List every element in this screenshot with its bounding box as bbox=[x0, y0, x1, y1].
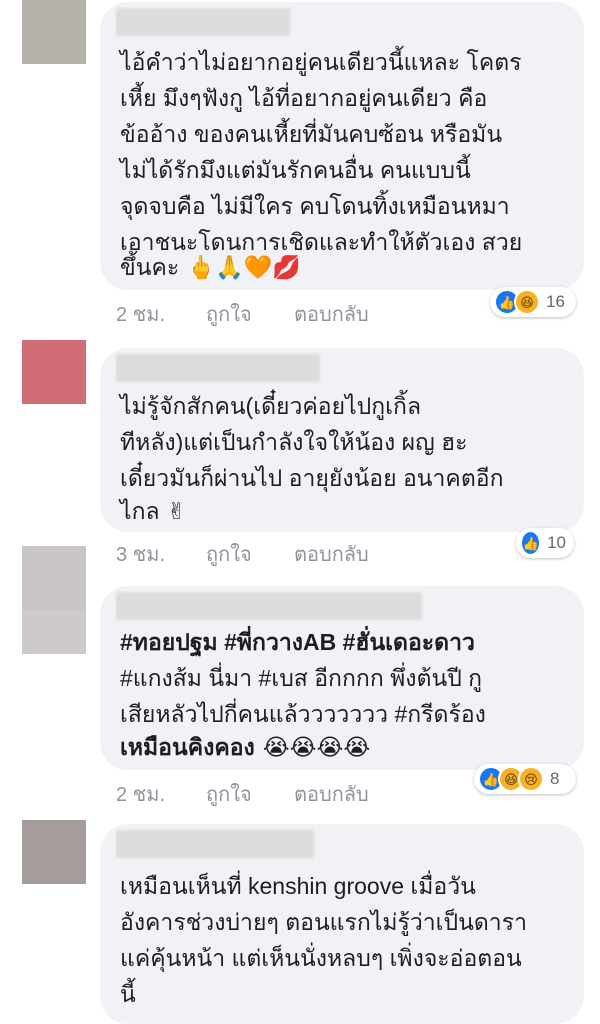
comment-text-line: ทีหลัง)แต่เป็นกำลังใจให้น้อง ผญ ฮะ bbox=[120, 429, 468, 455]
comment: เหมือนเห็นที่ kenshin groove เมื่อวัน อั… bbox=[0, 820, 600, 1024]
comment-bubble: ไม่รู้จักสักคน(เดี๋ยวค่อยไปกูเกิ้ล ทีหลั… bbox=[100, 348, 584, 532]
comment-text-line: #ทอยปฐม #พี่กวางAB #ฮั่นเดอะดาว bbox=[120, 629, 475, 655]
comment-text-line: นี้ bbox=[120, 981, 136, 1007]
commenter-name[interactable] bbox=[116, 8, 290, 36]
comment-text-line: เหี้ย มึงๆฟังกู ไอ้ที่อยากอยู่คนเดียว คื… bbox=[120, 85, 488, 111]
commenter-name[interactable] bbox=[116, 592, 422, 620]
comment-text-line: เหมือนเห็นที่ kenshin groove เมื่อวัน bbox=[120, 873, 476, 899]
commenter-name[interactable] bbox=[116, 830, 314, 858]
comment-text-line: ไกล ✌ bbox=[120, 499, 187, 525]
comment-bubble: #ทอยปฐม #พี่กวางAB #ฮั่นเดอะดาว #แกงส้ม … bbox=[100, 586, 584, 770]
comment-text-line: อังคารช่วงบ่ายๆ ตอนแรกไม่รู้ว่าเป็นดารา bbox=[120, 909, 527, 935]
sad-icon: 😢 bbox=[518, 766, 544, 792]
comment-text-line: เดี๋ยวมันก็ผ่านไป อายุยังน้อย อนาคตอีก bbox=[120, 465, 504, 491]
avatar[interactable] bbox=[22, 340, 86, 404]
reply-link[interactable]: ตอบกลับ bbox=[294, 298, 369, 330]
comment-timestamp[interactable]: 2 ชม. bbox=[116, 298, 165, 330]
comment-text-line: ไม่รู้จักสักคน(เดี๋ยวค่อยไปกูเกิ้ล bbox=[120, 393, 422, 419]
comment-text-line: ข้ออ้าง ของคนเหี้ยที่มันคบซ้อน หรือมัน bbox=[120, 121, 503, 147]
comment: ไม่รู้จักสักคน(เดี๋ยวค่อยไปกูเกิ้ล ทีหลั… bbox=[0, 340, 600, 570]
comment-text-line: ไอ้คำว่าไม่อยากอยู่คนเดียวนี้แหละ โคตร bbox=[120, 49, 522, 75]
avatar[interactable] bbox=[22, 0, 86, 64]
comment-text-line: #แกงส้ม นี่มา #เบส อีกกกก พึ่งต้นปี กู bbox=[120, 665, 483, 691]
commenter-name[interactable] bbox=[116, 354, 320, 382]
haha-icon: 😆 bbox=[514, 289, 540, 315]
comment-text-line: จุดจบคือ ไม่มีใคร คบโดนทิ้งเหมือนหมา bbox=[120, 193, 510, 219]
comment-bubble: เหมือนเห็นที่ kenshin groove เมื่อวัน อั… bbox=[100, 824, 584, 1024]
comment-text-line: ขึ้นคะ 🖕🙏🧡💋 bbox=[120, 255, 302, 281]
reaction-summary[interactable]: 👍 😆 16 bbox=[490, 287, 576, 317]
like-link[interactable]: ถูกใจ bbox=[206, 298, 252, 330]
reaction-count: 16 bbox=[546, 292, 565, 311]
avatar[interactable] bbox=[22, 546, 86, 610]
reaction-count: 8 bbox=[550, 769, 560, 788]
comment: #ทอยปฐม #พี่กวางAB #ฮั่นเดอะดาว #แกงส้ม … bbox=[0, 546, 600, 806]
comment-bubble: ไอ้คำว่าไม่อยากอยู่คนเดียวนี้แหละ โคตร เ… bbox=[100, 2, 584, 290]
comment-text-line: แค่คุ้นหน้า แต่เห็นนั่งหลบๆ เพิ่งจะอ่อตอ… bbox=[120, 945, 522, 971]
comment-timestamp[interactable]: 2 ชม. bbox=[116, 778, 165, 810]
comment-text-line: เหมือนคิงคอง 😭😭😭😭 bbox=[120, 735, 371, 761]
avatar[interactable] bbox=[22, 820, 86, 884]
reaction-summary[interactable]: 👍 😆 😢 8 bbox=[474, 764, 576, 794]
comment-text-line: ไม่ได้รักมึงแต่มันรักคนอื่น คนแบบนี้ bbox=[120, 157, 471, 183]
comment: ไอ้คำว่าไม่อยากอยู่คนเดียวนี้แหละ โคตร เ… bbox=[0, 0, 600, 330]
avatar-fade bbox=[22, 610, 86, 654]
like-link[interactable]: ถูกใจ bbox=[206, 778, 252, 810]
reply-link[interactable]: ตอบกลับ bbox=[294, 778, 369, 810]
comment-text-line: เสียหลัวไปกี่คนแล้ววววววว #กรีดร้อง bbox=[120, 701, 486, 727]
